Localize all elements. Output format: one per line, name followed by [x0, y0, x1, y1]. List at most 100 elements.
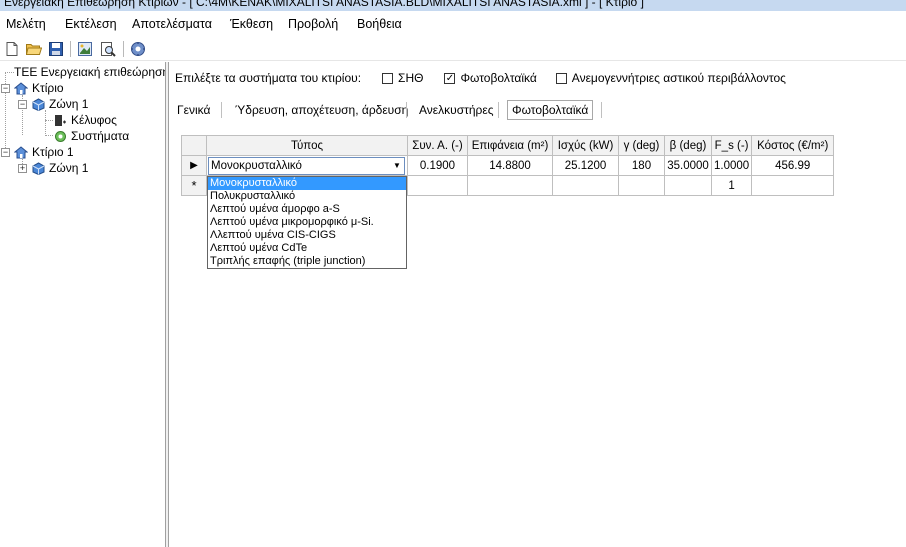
cell-area[interactable]: 14.8800: [467, 155, 553, 176]
cell-beta[interactable]: 35.0000: [664, 155, 712, 176]
cell-fs[interactable]: 1: [710, 175, 753, 196]
building-systems-panel: Επιλέξτε τα συστήματα του κτιρίου: ΣΗΘ ✓…: [169, 62, 906, 547]
chevron-down-icon[interactable]: ▼: [390, 158, 404, 174]
tree-connector: [45, 110, 46, 136]
window-title: Ενεργειακή Επιθεώρηση Κτιρίων - [ C:\4M\…: [4, 0, 644, 9]
tree-node-label: ΤΕΕ Ενεργειακή επιθεώρηση: [14, 65, 170, 79]
row-selector-current[interactable]: ▶: [181, 155, 207, 176]
tab-separator: [406, 102, 407, 118]
wind-turbines-checkbox-label: Ανεμογεννήτριες αστικού περιβάλλοντος: [571, 71, 786, 85]
tab-water-supply[interactable]: Ύδρευση, αποχέτευση, άρδευση: [231, 99, 412, 121]
column-header-fs[interactable]: F_s (-): [710, 135, 753, 156]
row-selector-new[interactable]: *: [181, 175, 207, 196]
dropdown-option[interactable]: Λεπτού υμένα άμορφο a-S: [208, 203, 406, 216]
menu-bar: Μελέτη Εκτέλεση Αποτελέσματα Έκθεση Προβ…: [0, 14, 906, 36]
pv-type-combobox-value: Μονοκρυσταλλικό: [211, 159, 302, 172]
chp-checkbox[interactable]: [382, 72, 394, 84]
grid-corner: [181, 135, 207, 156]
tree-node-label: Κτίριο 1: [32, 145, 74, 159]
project-tree: ΤΕΕ Ενεργειακή επιθεώρηση − Κτίριο − Ζών…: [0, 62, 169, 547]
cell-coef[interactable]: [407, 175, 468, 196]
zone-cube-icon: [31, 161, 45, 175]
tab-elevators[interactable]: Ανελκυστήρες: [415, 99, 497, 121]
print-preview-icon[interactable]: [99, 40, 117, 58]
tab-separator: [601, 102, 602, 118]
systems-selection-row: Επιλέξτε τα συστήματα του κτιρίου: ΣΗΘ ✓…: [175, 70, 786, 86]
tree-node-systems[interactable]: Συστήματα: [53, 128, 129, 144]
photovoltaics-checkbox-label: Φωτοβολταϊκά: [460, 71, 537, 85]
open-folder-icon[interactable]: [25, 40, 43, 58]
settings-icon[interactable]: [129, 40, 147, 58]
tree-node-zone[interactable]: − Ζώνη 1: [18, 96, 88, 112]
column-header-beta[interactable]: β (deg): [664, 135, 712, 156]
toolbar-separator: [123, 41, 124, 57]
tab-separator: [498, 102, 499, 118]
menu-view[interactable]: Προβολή: [288, 17, 338, 31]
menu-run[interactable]: Εκτέλεση: [65, 17, 117, 31]
cell-type[interactable]: Μονοκρυσταλλικό ▼: [206, 155, 408, 176]
collapse-icon[interactable]: −: [1, 83, 10, 93]
column-header-cost[interactable]: Κόστος (€/m²): [751, 135, 835, 156]
collapse-icon[interactable]: −: [18, 99, 27, 109]
cell-cost[interactable]: 456.99: [751, 155, 835, 176]
column-header-area[interactable]: Επιφάνεια (m²): [467, 135, 553, 156]
new-icon[interactable]: [3, 40, 21, 58]
collapse-icon[interactable]: −: [1, 147, 10, 157]
photovoltaics-checkbox[interactable]: ✓: [444, 72, 456, 84]
cell-gamma[interactable]: [618, 175, 665, 196]
chp-checkbox-label: ΣΗΘ: [398, 71, 424, 85]
menu-report[interactable]: Έκθεση: [230, 17, 273, 31]
cell-area[interactable]: [467, 175, 553, 196]
dropdown-option[interactable]: Λλεπτού υμένα CIS-CIGS: [208, 229, 406, 242]
tree-connector: [45, 135, 53, 136]
cell-beta[interactable]: [664, 175, 712, 196]
cell-gamma[interactable]: 180: [618, 155, 665, 176]
tree-connector: [45, 120, 53, 121]
tree-node-building[interactable]: − Κτίριο: [1, 80, 64, 96]
menu-results[interactable]: Αποτελέσματα: [132, 17, 212, 31]
cell-power[interactable]: [552, 175, 619, 196]
table-row: ▶ Μονοκρυσταλλικό ▼ 0.1900 14.8800 25.12…: [181, 155, 835, 176]
tree-node-label: Ζώνη 1: [49, 97, 89, 111]
tree-node-label: Κέλυφος: [71, 113, 117, 127]
tab-photovoltaics[interactable]: Φωτοβολταϊκά: [507, 100, 594, 120]
save-icon[interactable]: [47, 40, 65, 58]
toolbar: [0, 37, 906, 61]
tree-node-label: Συστήματα: [71, 129, 130, 143]
window-titlebar: Ενεργειακή Επιθεώρηση Κτιρίων - [ C:\4M\…: [0, 0, 906, 11]
tab-general[interactable]: Γενικά: [173, 99, 214, 121]
expand-icon[interactable]: +: [18, 163, 27, 173]
picture-icon[interactable]: [76, 40, 94, 58]
column-header-type[interactable]: Τύπος: [206, 135, 408, 156]
house-icon: [14, 81, 28, 95]
systems-prompt: Επιλέξτε τα συστήματα του κτιρίου:: [175, 71, 362, 85]
dropdown-option[interactable]: Λεπτού υμένα μικρομορφικό μ-Si.: [208, 216, 406, 229]
pv-type-combobox[interactable]: Μονοκρυσταλλικό ▼: [208, 156, 405, 175]
cell-fs[interactable]: 1.0000: [710, 155, 753, 176]
tree-node-zone[interactable]: + Ζώνη 1: [18, 160, 88, 176]
cell-power[interactable]: 25.1200: [552, 155, 619, 176]
column-header-coef[interactable]: Συν. Α. (-): [407, 135, 468, 156]
column-header-gamma[interactable]: γ (deg): [618, 135, 665, 156]
tree-node-root[interactable]: ΤΕΕ Ενεργειακή επιθεώρηση: [14, 64, 169, 80]
tree-node-label: Ζώνη 1: [49, 161, 89, 175]
toolbar-separator: [70, 41, 71, 57]
column-header-power[interactable]: Ισχύς (kW): [552, 135, 619, 156]
systems-gear-icon: [53, 129, 67, 143]
dropdown-option[interactable]: Τριπλής επαφής (triple junction): [208, 255, 406, 268]
wind-turbines-checkbox[interactable]: [555, 72, 567, 84]
menu-study[interactable]: Μελέτη: [6, 17, 46, 31]
dropdown-option[interactable]: Λεπτού υμένα CdTe: [208, 242, 406, 255]
house-icon: [14, 145, 28, 159]
dropdown-option[interactable]: Μονοκρυσταλλικό: [208, 177, 406, 190]
envelope-icon: [53, 113, 67, 127]
tree-connector: [5, 72, 14, 73]
dropdown-option[interactable]: Πολυκρυσταλλικό: [208, 190, 406, 203]
grid-header-row: Τύπος Συν. Α. (-) Επιφάνεια (m²) Ισχύς (…: [181, 135, 835, 156]
zone-cube-icon: [31, 97, 45, 111]
cell-cost[interactable]: [751, 175, 835, 196]
cell-coef[interactable]: 0.1900: [407, 155, 468, 176]
tree-node-building[interactable]: − Κτίριο 1: [1, 144, 74, 160]
menu-help[interactable]: Βοήθεια: [357, 17, 402, 31]
tree-node-envelope[interactable]: Κέλυφος: [53, 112, 117, 128]
